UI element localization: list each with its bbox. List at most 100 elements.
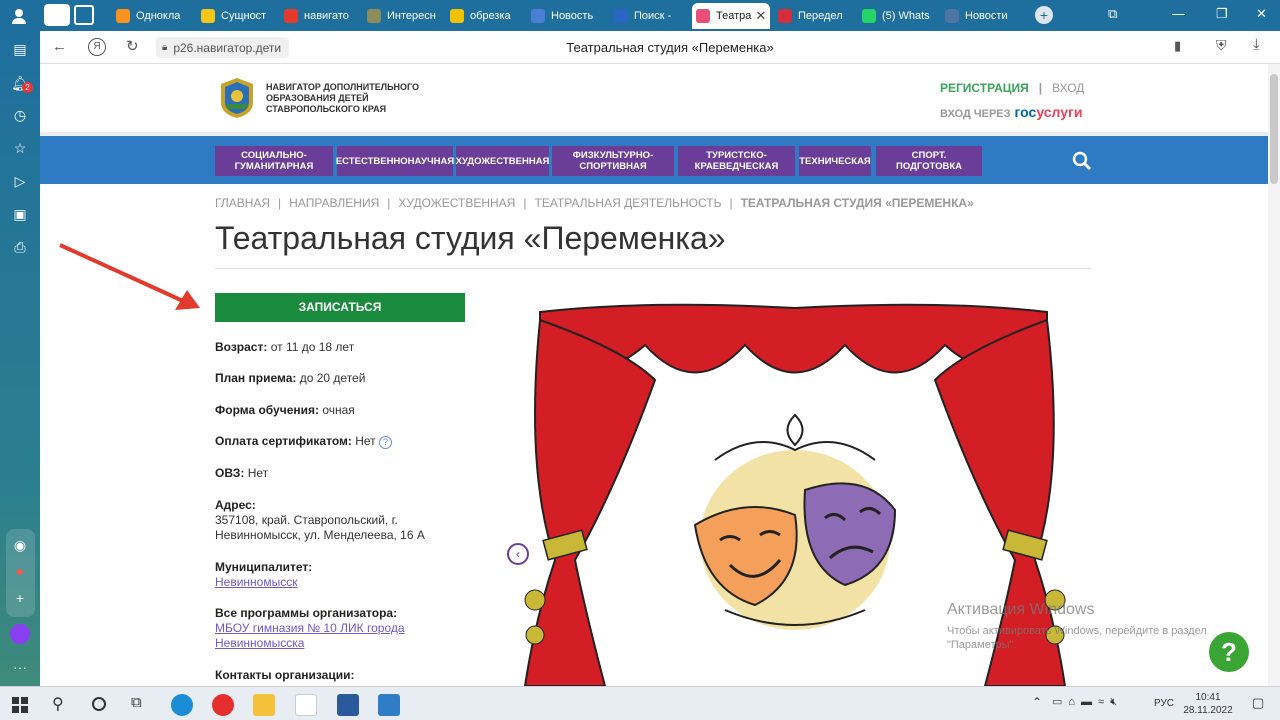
clock[interactable]: 10:41 28.11.2022 bbox=[1180, 691, 1236, 717]
login-link[interactable]: ВХОД bbox=[1052, 81, 1084, 95]
url-text: р26.навигатор.дети bbox=[173, 40, 282, 55]
nav-menu-item[interactable]: СПОРТ. ПОДГОТОВКА bbox=[876, 146, 982, 176]
browser-tab[interactable]: Театра ✕ bbox=[692, 3, 770, 29]
search-icon[interactable] bbox=[1072, 151, 1092, 171]
profile-icon[interactable] bbox=[10, 7, 28, 25]
page-title: Театральная студия «Переменка» bbox=[215, 220, 726, 256]
notifications-icon[interactable]: 🔔︎ 2 bbox=[10, 73, 33, 93]
browser-tab[interactable]: Однокла bbox=[112, 3, 190, 29]
bookmark-icon[interactable]: ▮ bbox=[1174, 38, 1181, 54]
yandex-active-icon[interactable] bbox=[295, 694, 317, 716]
back-icon[interactable]: ← bbox=[52, 38, 67, 55]
yandex-icon[interactable]: Я bbox=[88, 38, 106, 56]
browser-tab[interactable]: Поиск - bbox=[610, 3, 687, 29]
tab-favicon-icon bbox=[367, 9, 381, 23]
close-tab-icon[interactable]: ✕ bbox=[755, 8, 766, 24]
gosuslugi-logo: госуслуги bbox=[1014, 104, 1083, 120]
windows-start-icon[interactable] bbox=[12, 697, 28, 713]
page-scrollbar[interactable] bbox=[1268, 64, 1280, 686]
help-bubble-button[interactable]: ? bbox=[1209, 632, 1249, 672]
browser-tab[interactable]: Сущност bbox=[197, 3, 275, 29]
add-widget-icon[interactable]: + bbox=[10, 588, 30, 608]
tabs-menu-icon[interactable]: ⧉ bbox=[1108, 6, 1117, 22]
screenshot-icon[interactable]: ⎙ bbox=[10, 237, 30, 257]
breadcrumb-link[interactable]: ТЕАТРАЛЬНАЯ ДЕЯТЕЛЬНОСТЬ bbox=[534, 196, 721, 210]
url-field[interactable]: 🔒︎ р26.навигатор.дети bbox=[156, 37, 290, 58]
solitaire-icon[interactable] bbox=[337, 694, 359, 716]
slider-prev-icon[interactable]: ‹ bbox=[507, 543, 529, 565]
language-indicator[interactable]: РУС bbox=[1154, 698, 1174, 709]
scrollbar-thumb[interactable] bbox=[1270, 74, 1278, 184]
browser-tab[interactable]: Новость bbox=[527, 3, 605, 29]
page-title-bar: Театральная студия «Переменка» bbox=[566, 40, 774, 55]
file-explorer-icon[interactable] bbox=[253, 694, 275, 716]
form-row: Форма обучения: очная bbox=[215, 403, 355, 417]
site-logo[interactable] bbox=[215, 76, 259, 120]
browser-tab[interactable]: Интересн bbox=[363, 3, 441, 29]
task-view-icon[interactable]: ⧉ bbox=[131, 694, 142, 711]
organizer-link[interactable]: МБОУ гимназия № 10 ЛИК города Невинномыс… bbox=[215, 621, 405, 651]
breadcrumb-link[interactable]: ГЛАВНАЯ bbox=[215, 196, 270, 210]
history-icon[interactable]: ◷ bbox=[10, 105, 30, 125]
nav-menu-item[interactable]: ТЕХНИЧЕСКАЯ bbox=[799, 146, 871, 176]
register-link[interactable]: РЕГИСТРАЦИЯ bbox=[940, 81, 1029, 95]
video-icon[interactable]: ▷ bbox=[10, 171, 30, 191]
bookmarks-icon[interactable]: ☆ bbox=[10, 138, 30, 158]
browser-tab[interactable]: Новости bbox=[941, 3, 1021, 29]
gosuslugi-login[interactable]: ВХОД ЧЕРЕЗ госуслуги bbox=[940, 104, 1082, 120]
help-icon[interactable]: ? bbox=[378, 436, 392, 449]
alice-assistant-icon[interactable] bbox=[10, 624, 30, 644]
calendar-icon[interactable]: ▣ bbox=[10, 204, 30, 224]
browser-tab[interactable]: навигато bbox=[280, 3, 358, 29]
browser-tab[interactable]: Передел bbox=[774, 3, 852, 29]
municipality-link[interactable]: Невинномысск bbox=[215, 575, 312, 590]
breadcrumb-separator: | bbox=[729, 196, 733, 210]
enroll-button[interactable]: ЗАПИСАТЬСЯ bbox=[215, 293, 465, 322]
windows-activation-watermark: Активация Windows Чтобы активировать Win… bbox=[947, 601, 1207, 651]
home-tab-icon[interactable] bbox=[44, 4, 70, 26]
breadcrumb-link[interactable]: ХУДОЖЕСТВЕННАЯ bbox=[398, 196, 515, 210]
tab-favicon-icon bbox=[116, 9, 130, 23]
reload-icon[interactable]: ↻ bbox=[126, 37, 139, 55]
search-taskbar-icon[interactable]: ⚲ bbox=[52, 694, 64, 714]
action-center-icon[interactable]: ▢ bbox=[1252, 695, 1264, 711]
collections-icon[interactable]: ▤ bbox=[10, 39, 30, 59]
maps-icon[interactable]: ● bbox=[10, 561, 30, 581]
tab-label: Сущност bbox=[221, 10, 267, 22]
title-underline bbox=[215, 268, 1091, 269]
nav-menu-item[interactable]: ЕСТЕСТВЕННОНАУЧНАЯ bbox=[336, 146, 454, 176]
protect-icon[interactable]: ⛨ bbox=[1216, 37, 1227, 54]
nav-menu-item[interactable]: ХУДОЖЕСТВЕННАЯ bbox=[456, 146, 549, 176]
new-tab-button[interactable]: + bbox=[1035, 6, 1053, 24]
nav-menu-item[interactable]: ТУРИСТСКО-КРАЕВЕДЧЕСКАЯ bbox=[678, 146, 795, 176]
nav-menu-item[interactable]: СОЦИАЛЬНО-ГУМАНИТАРНАЯ bbox=[215, 146, 333, 176]
tab-label: Интересн bbox=[387, 10, 436, 22]
close-window-icon[interactable]: ✕ bbox=[1256, 6, 1267, 22]
yandex-browser-icon[interactable] bbox=[212, 694, 234, 716]
tab-favicon-icon bbox=[201, 9, 215, 23]
contacts-row: Контакты организации: bbox=[215, 668, 355, 682]
photos-icon[interactable] bbox=[378, 694, 400, 716]
minimize-icon[interactable]: — bbox=[1172, 6, 1185, 21]
media-toggle-icon[interactable]: ◉ bbox=[10, 535, 30, 555]
notification-badge: 2 bbox=[22, 82, 33, 93]
municipality-row: Муниципалитет: Невинномысск bbox=[215, 560, 313, 590]
new-collection-icon[interactable] bbox=[74, 5, 94, 25]
tab-favicon-icon bbox=[696, 9, 710, 23]
cortana-icon[interactable] bbox=[92, 697, 106, 711]
tray-chevron-icon[interactable]: ⌃ bbox=[1032, 695, 1042, 709]
nav-menu-item[interactable]: ФИЗКУЛЬТУРНО-СПОРТИВНАЯ bbox=[552, 146, 674, 176]
breadcrumb-separator: | bbox=[278, 196, 282, 210]
address-bar-row: ← Я ↻ 🔒︎ р26.навигатор.дети Театральная … bbox=[40, 31, 1280, 64]
tray-icons[interactable]: ▭⌂▬≈🔇︎ bbox=[1052, 695, 1123, 709]
breadcrumb-separator: | bbox=[523, 196, 527, 210]
login-via-label: ВХОД ЧЕРЕЗ bbox=[940, 108, 1011, 120]
certificate-row: Оплата сертификатом: Нет ? bbox=[215, 434, 392, 449]
browser-tab[interactable]: (5) Whats bbox=[858, 3, 936, 29]
more-icon[interactable]: ··· bbox=[10, 657, 30, 677]
edge-icon[interactable] bbox=[171, 694, 193, 716]
downloads-icon[interactable]: ⤓ bbox=[1253, 36, 1260, 53]
breadcrumb-link[interactable]: НАПРАВЛЕНИЯ bbox=[289, 196, 379, 210]
restore-icon[interactable]: ❐ bbox=[1216, 6, 1228, 22]
browser-tab[interactable]: обрезка bbox=[446, 3, 522, 29]
